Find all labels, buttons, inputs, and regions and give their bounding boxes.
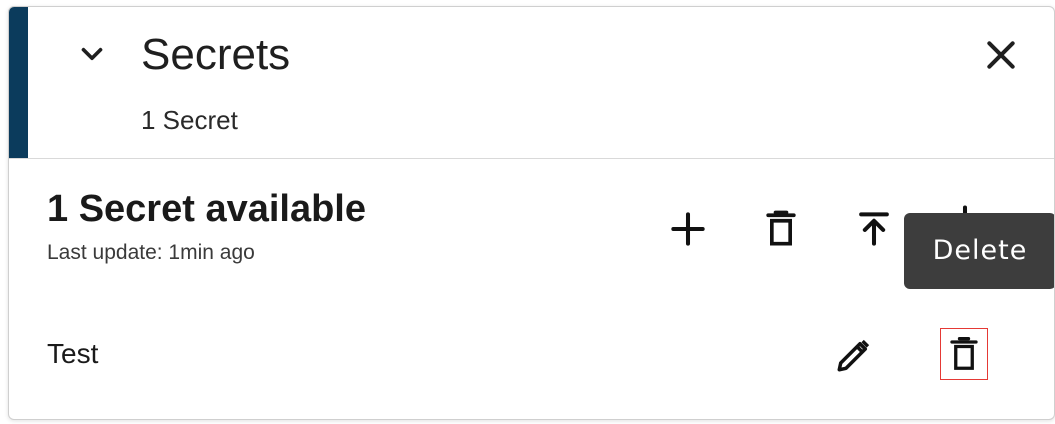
edit-icon (837, 339, 870, 372)
secret-name: Test (47, 338, 99, 369)
close-icon (987, 41, 1015, 69)
delete-secret-button[interactable] (940, 328, 988, 380)
delete-tooltip: Delete (904, 213, 1054, 289)
last-update-text: Last update: 1min ago (47, 241, 255, 264)
add-secret-button[interactable] (666, 207, 710, 251)
panel-subtitle: 1 Secret (141, 105, 238, 135)
upload-icon (859, 212, 889, 246)
secrets-count-title: 1 Secret available (47, 188, 366, 230)
accent-bar (9, 7, 28, 158)
close-button[interactable] (981, 35, 1021, 75)
secrets-panel: Secrets 1 Secret 1 Secret available Last… (8, 6, 1055, 420)
panel-header: Secrets 1 Secret (9, 7, 1054, 159)
upload-button[interactable] (852, 207, 896, 251)
edit-secret-button[interactable] (831, 334, 875, 378)
delete-icon (950, 337, 978, 370)
add-icon (671, 212, 705, 246)
panel-title: Secrets (141, 30, 291, 79)
delete-icon (766, 210, 796, 246)
delete-all-button[interactable] (759, 207, 803, 251)
chevron-down-icon[interactable] (75, 37, 109, 71)
